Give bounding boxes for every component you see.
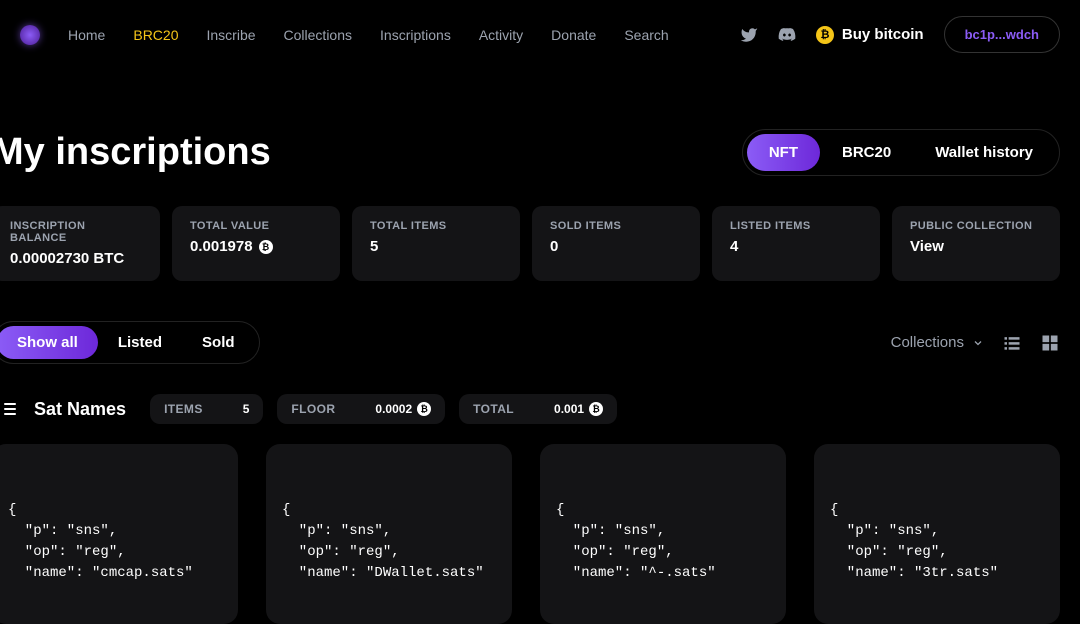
collection-items-stat: ITEMS 5	[150, 394, 263, 424]
bitcoin-icon: ₿	[417, 402, 431, 416]
bitcoin-icon: ₿	[259, 240, 273, 254]
stat-value: 0	[550, 238, 682, 255]
grid-view-icon[interactable]	[1040, 333, 1060, 353]
stat-value: 0.001₿	[554, 402, 603, 416]
stat-label: FLOOR	[291, 402, 335, 416]
stat-label: PUBLIC COLLECTION	[910, 220, 1042, 232]
tab-wallet-history[interactable]: Wallet history	[913, 134, 1055, 171]
stat-listed-items: LISTED ITEMS 4	[712, 206, 880, 281]
collection-total-stat: TOTAL 0.001₿	[459, 394, 617, 424]
inscription-card[interactable]: { "p": "sns", "op": "reg", "name": "^-.s…	[540, 444, 786, 624]
stat-total-items: TOTAL ITEMS 5	[352, 206, 520, 281]
wallet-address-button[interactable]: bc1p...wdch	[944, 16, 1060, 53]
inscription-card[interactable]: { "p": "sns", "op": "reg", "name": "3tr.…	[814, 444, 1060, 624]
twitter-icon[interactable]	[740, 26, 758, 44]
stat-value: 0.00002730 BTC	[10, 250, 142, 267]
filter-tabs: Show all Listed Sold	[0, 321, 260, 364]
bitcoin-icon: ₿	[589, 402, 603, 416]
stat-value: 5	[243, 402, 250, 416]
stat-value: 4	[730, 238, 862, 255]
filter-sold[interactable]: Sold	[182, 326, 255, 359]
stat-label: TOTAL VALUE	[190, 220, 322, 232]
stat-sold-items: SOLD ITEMS 0	[532, 206, 700, 281]
stat-label: TOTAL	[473, 402, 514, 416]
stat-total-value: TOTAL VALUE 0.001978₿	[172, 206, 340, 281]
inscription-card[interactable]: { "p": "sns", "op": "reg", "name": "cmca…	[0, 444, 238, 624]
nav-inscriptions[interactable]: Inscriptions	[380, 27, 451, 43]
stat-public-collection[interactable]: PUBLIC COLLECTION View	[892, 206, 1060, 281]
view-tabs: NFT BRC20 Wallet history	[742, 129, 1060, 176]
stat-label: LISTED ITEMS	[730, 220, 862, 232]
page-title: My inscriptions	[0, 131, 271, 174]
nav-activity[interactable]: Activity	[479, 27, 523, 43]
nav-donate[interactable]: Donate	[551, 27, 596, 43]
stat-label: SOLD ITEMS	[550, 220, 682, 232]
stat-inscription-balance: INSCRIPTION BALANCE 0.00002730 BTC	[0, 206, 160, 281]
stat-label: TOTAL ITEMS	[370, 220, 502, 232]
list-view-icon[interactable]	[1002, 333, 1022, 353]
collection-name: Sat Names	[34, 399, 126, 420]
discord-icon[interactable]	[778, 26, 796, 44]
buy-bitcoin-button[interactable]: ₿ Buy bitcoin	[816, 26, 924, 44]
app-logo[interactable]	[20, 25, 40, 45]
sort-dropdown[interactable]: Collections	[891, 334, 984, 351]
stat-value: 0.001978₿	[190, 238, 322, 255]
nav-collections[interactable]: Collections	[284, 27, 352, 43]
tab-nft[interactable]: NFT	[747, 134, 820, 171]
chevron-down-icon	[972, 337, 984, 349]
stats-row: INSCRIPTION BALANCE 0.00002730 BTC TOTAL…	[0, 206, 1080, 321]
stat-label: INSCRIPTION BALANCE	[10, 220, 142, 244]
drag-handle-icon[interactable]	[0, 399, 20, 419]
buy-bitcoin-label: Buy bitcoin	[842, 26, 924, 43]
tab-brc20[interactable]: BRC20	[820, 134, 913, 171]
nav-brc20[interactable]: BRC20	[133, 27, 178, 43]
stat-value: 5	[370, 238, 502, 255]
nav-search[interactable]: Search	[624, 27, 668, 43]
filter-show-all[interactable]: Show all	[0, 326, 98, 359]
bitcoin-icon: ₿	[816, 26, 834, 44]
stat-value: 0.0002₿	[375, 402, 431, 416]
nav-inscribe[interactable]: Inscribe	[207, 27, 256, 43]
stat-value: View	[910, 238, 1042, 255]
nav-home[interactable]: Home	[68, 27, 105, 43]
stat-label: ITEMS	[164, 402, 203, 416]
sort-label: Collections	[891, 334, 964, 351]
inscription-card[interactable]: { "p": "sns", "op": "reg", "name": "DWal…	[266, 444, 512, 624]
filter-listed[interactable]: Listed	[98, 326, 182, 359]
collection-floor-stat: FLOOR 0.0002₿	[277, 394, 445, 424]
